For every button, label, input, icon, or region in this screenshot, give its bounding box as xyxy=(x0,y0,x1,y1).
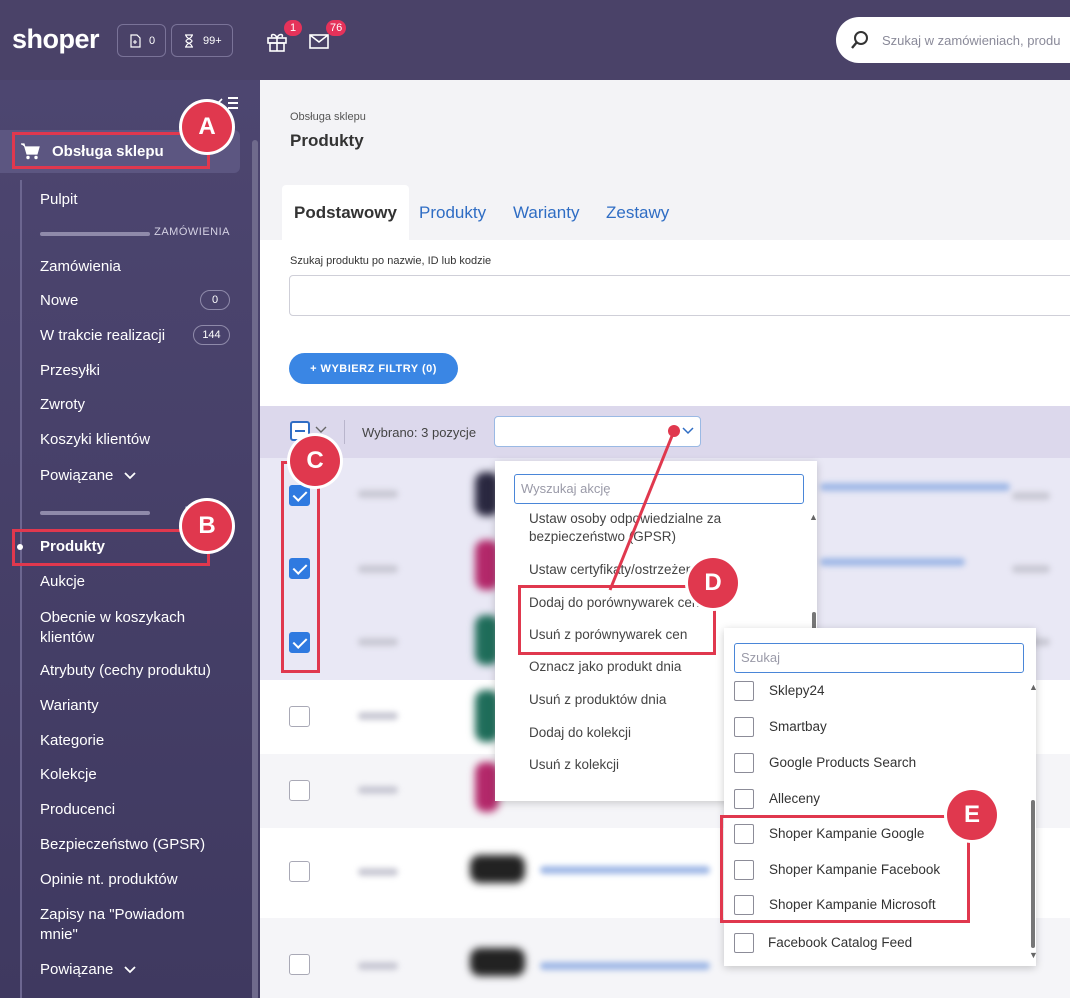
highlight-box-e xyxy=(720,815,970,923)
annotation-marker-d: D xyxy=(688,558,738,608)
highlight-box-a xyxy=(12,132,210,169)
highlight-box-b xyxy=(12,529,210,566)
highlight-box-d xyxy=(518,585,716,655)
annotation-marker-e: E xyxy=(947,790,997,840)
annotation-marker-a: A xyxy=(182,102,232,152)
highlight-box-c xyxy=(281,461,320,673)
annotation-marker-b: B xyxy=(182,501,232,551)
annotation-marker-c: C xyxy=(290,436,340,486)
